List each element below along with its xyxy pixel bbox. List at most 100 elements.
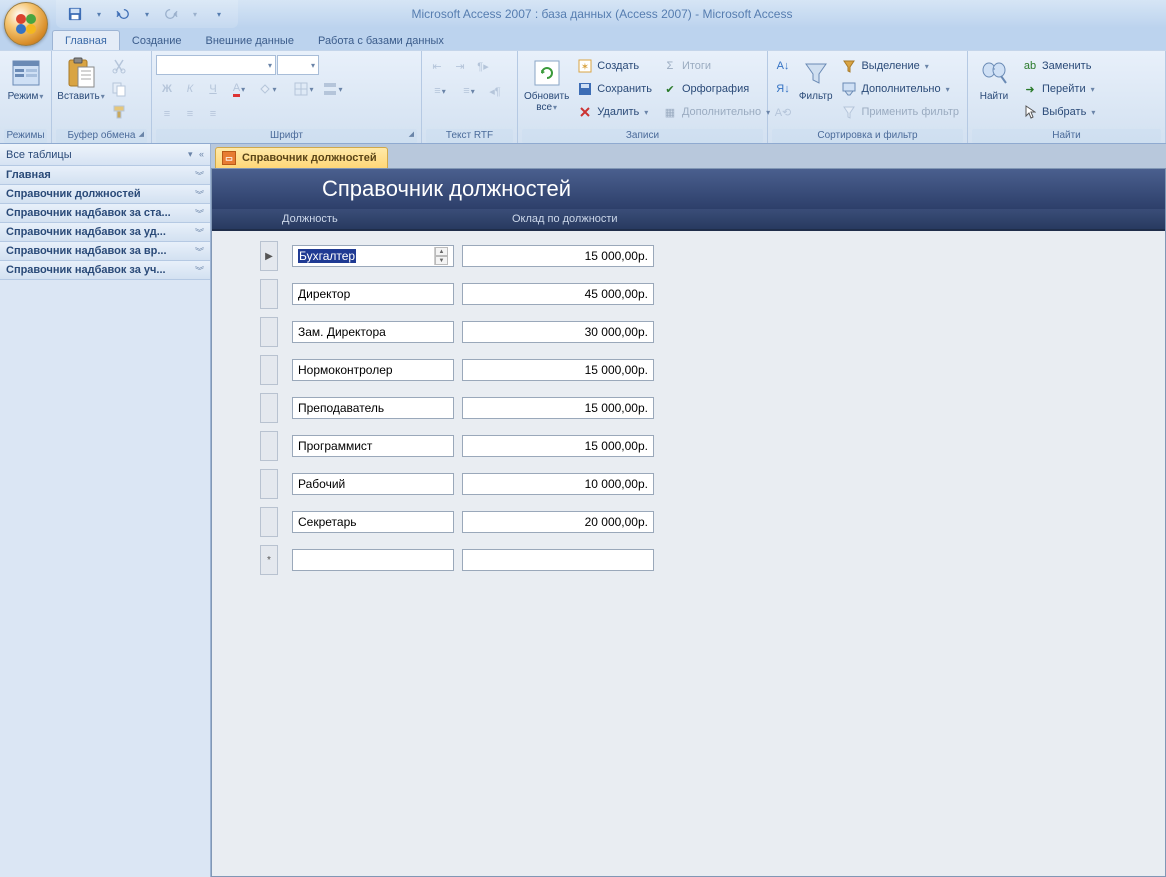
salary-field[interactable]: 15 000,00р. (462, 435, 654, 457)
position-field[interactable]: Программист (292, 435, 454, 457)
fill-color-button[interactable]: ▾ (254, 78, 282, 100)
nav-item[interactable]: Справочник надбавок за вр...︾ (0, 242, 210, 261)
record-selector[interactable] (260, 431, 278, 461)
bold-button[interactable]: Ж (156, 78, 178, 100)
filter-button[interactable]: Фильтр (796, 55, 835, 104)
position-field[interactable]: Зам. Директора (292, 321, 454, 343)
position-field[interactable]: Секретарь (292, 511, 454, 533)
save-record-button[interactable]: Сохранить (573, 78, 656, 100)
position-field[interactable]: Директор (292, 283, 454, 305)
nav-item[interactable]: Справочник надбавок за ста...︾ (0, 204, 210, 223)
salary-field[interactable]: 20 000,00р. (462, 511, 654, 533)
redo-dropdown-icon[interactable]: ▾ (184, 4, 206, 24)
underline-button[interactable]: Ч (202, 78, 224, 100)
position-field[interactable]: Бухгалтер▲▼ (292, 245, 454, 267)
tab-dbtools[interactable]: Работа с базами данных (306, 31, 456, 50)
filter-label: Фильтр (799, 91, 833, 102)
toggle-filter-icon (841, 104, 857, 120)
record-selector[interactable] (260, 393, 278, 423)
align-right-button[interactable]: ≡ (202, 103, 224, 125)
paste-button[interactable]: Вставить▾ (56, 55, 106, 104)
group-sortfilter: А↓ Я↓ А⟲ Фильтр Выделение▾ Дополнительно… (768, 51, 968, 143)
position-field[interactable]: Преподаватель (292, 397, 454, 419)
qat-dropdown-icon[interactable]: ▾ (88, 4, 110, 24)
delete-icon (577, 104, 593, 120)
nav-dropdown-icon[interactable]: ▾ (188, 149, 193, 160)
find-button[interactable]: Найти (972, 55, 1016, 104)
font-color-button[interactable]: А▾ (225, 78, 253, 100)
increase-indent-button[interactable]: ⇥ (449, 55, 471, 77)
view-label: Режим (8, 91, 39, 102)
position-field[interactable]: Нормоконтролер (292, 359, 454, 381)
spinner[interactable]: ▲▼ (434, 247, 448, 265)
nav-item[interactable]: Справочник надбавок за уд...︾ (0, 223, 210, 242)
refresh-button[interactable]: Обновить все▾ (522, 55, 571, 115)
totals-button[interactable]: ΣИтоги (658, 55, 774, 77)
view-button[interactable]: Режим▾ (4, 55, 47, 104)
office-button[interactable] (4, 2, 48, 46)
numbering-button[interactable]: ≡▾ (426, 80, 454, 102)
tab-create[interactable]: Создание (120, 31, 194, 50)
rtl-button[interactable]: ◂¶ (484, 80, 506, 102)
selection-button[interactable]: Выделение▾ (837, 55, 963, 77)
salary-field[interactable]: 45 000,00р. (462, 283, 654, 305)
select-button[interactable]: Выбрать▾ (1018, 101, 1099, 123)
delete-record-button[interactable]: Удалить▾ (573, 101, 656, 123)
advanced-filter-button[interactable]: Дополнительно▾ (837, 78, 963, 100)
cut-icon[interactable] (108, 55, 130, 77)
sort-desc-button[interactable]: Я↓ (772, 78, 794, 100)
salary-field[interactable]: 15 000,00р. (462, 397, 654, 419)
ltr-button[interactable]: ¶▸ (472, 55, 494, 77)
bullets-button[interactable]: ≡▾ (455, 80, 483, 102)
new-record-button[interactable]: ✶Создать (573, 55, 656, 77)
italic-button[interactable]: К (179, 78, 201, 100)
altrow-button[interactable]: ▾ (319, 78, 347, 100)
sort-asc-button[interactable]: А↓ (772, 55, 794, 77)
replace-button[interactable]: abЗаменить (1018, 55, 1099, 77)
position-field[interactable]: Рабочий (292, 473, 454, 495)
undo-dropdown-icon[interactable]: ▾ (136, 4, 158, 24)
record-selector[interactable] (260, 355, 278, 385)
record-selector[interactable] (260, 279, 278, 309)
adv-filter-icon (841, 81, 857, 97)
more-button[interactable]: ▦Дополнительно▾ (658, 101, 774, 123)
nav-header[interactable]: Все таблицы ▾ « (0, 144, 210, 166)
align-left-button[interactable]: ≡ (156, 103, 178, 125)
record-selector[interactable]: * (260, 545, 278, 575)
salary-field[interactable] (462, 549, 654, 571)
position-field[interactable] (292, 549, 454, 571)
align-center-button[interactable]: ≡ (179, 103, 201, 125)
record-selector[interactable]: ▶ (260, 241, 278, 271)
format-painter-icon[interactable] (108, 101, 130, 123)
spelling-button[interactable]: ✔Орфография (658, 78, 774, 100)
salary-field[interactable]: 15 000,00р. (462, 245, 654, 267)
salary-field[interactable]: 30 000,00р. (462, 321, 654, 343)
spell-icon: ✔ (662, 81, 678, 97)
redo-icon[interactable] (160, 4, 182, 24)
record-selector[interactable] (260, 317, 278, 347)
tab-home[interactable]: Главная (52, 30, 120, 50)
nav-item[interactable]: Справочник надбавок за уч...︾ (0, 261, 210, 280)
copy-icon[interactable] (108, 78, 130, 100)
nav-item[interactable]: Справочник должностей︾ (0, 185, 210, 204)
tab-external[interactable]: Внешние данные (194, 31, 306, 50)
save-icon[interactable] (64, 4, 86, 24)
toggle-filter-button[interactable]: Применить фильтр (837, 101, 963, 123)
nav-item[interactable]: Главная︾ (0, 166, 210, 185)
doc-tab[interactable]: ▭ Справочник должностей (215, 147, 388, 168)
goto-button[interactable]: ➜Перейти▾ (1018, 78, 1099, 100)
salary-field[interactable]: 15 000,00р. (462, 359, 654, 381)
gridlines-button[interactable]: ▾ (290, 78, 318, 100)
salary-field[interactable]: 10 000,00р. (462, 473, 654, 495)
clear-sort-button[interactable]: А⟲ (772, 101, 794, 123)
record-selector[interactable] (260, 507, 278, 537)
qat-customize-icon[interactable]: ▾ (208, 4, 230, 24)
nav-collapse-icon[interactable]: « (199, 149, 204, 160)
font-size-combo[interactable] (277, 55, 319, 75)
replace-icon: ab (1022, 58, 1038, 74)
undo-icon[interactable] (112, 4, 134, 24)
decrease-indent-button[interactable]: ⇤ (426, 55, 448, 77)
record-selector[interactable] (260, 469, 278, 499)
font-family-combo[interactable] (156, 55, 276, 75)
view-icon (10, 57, 42, 89)
